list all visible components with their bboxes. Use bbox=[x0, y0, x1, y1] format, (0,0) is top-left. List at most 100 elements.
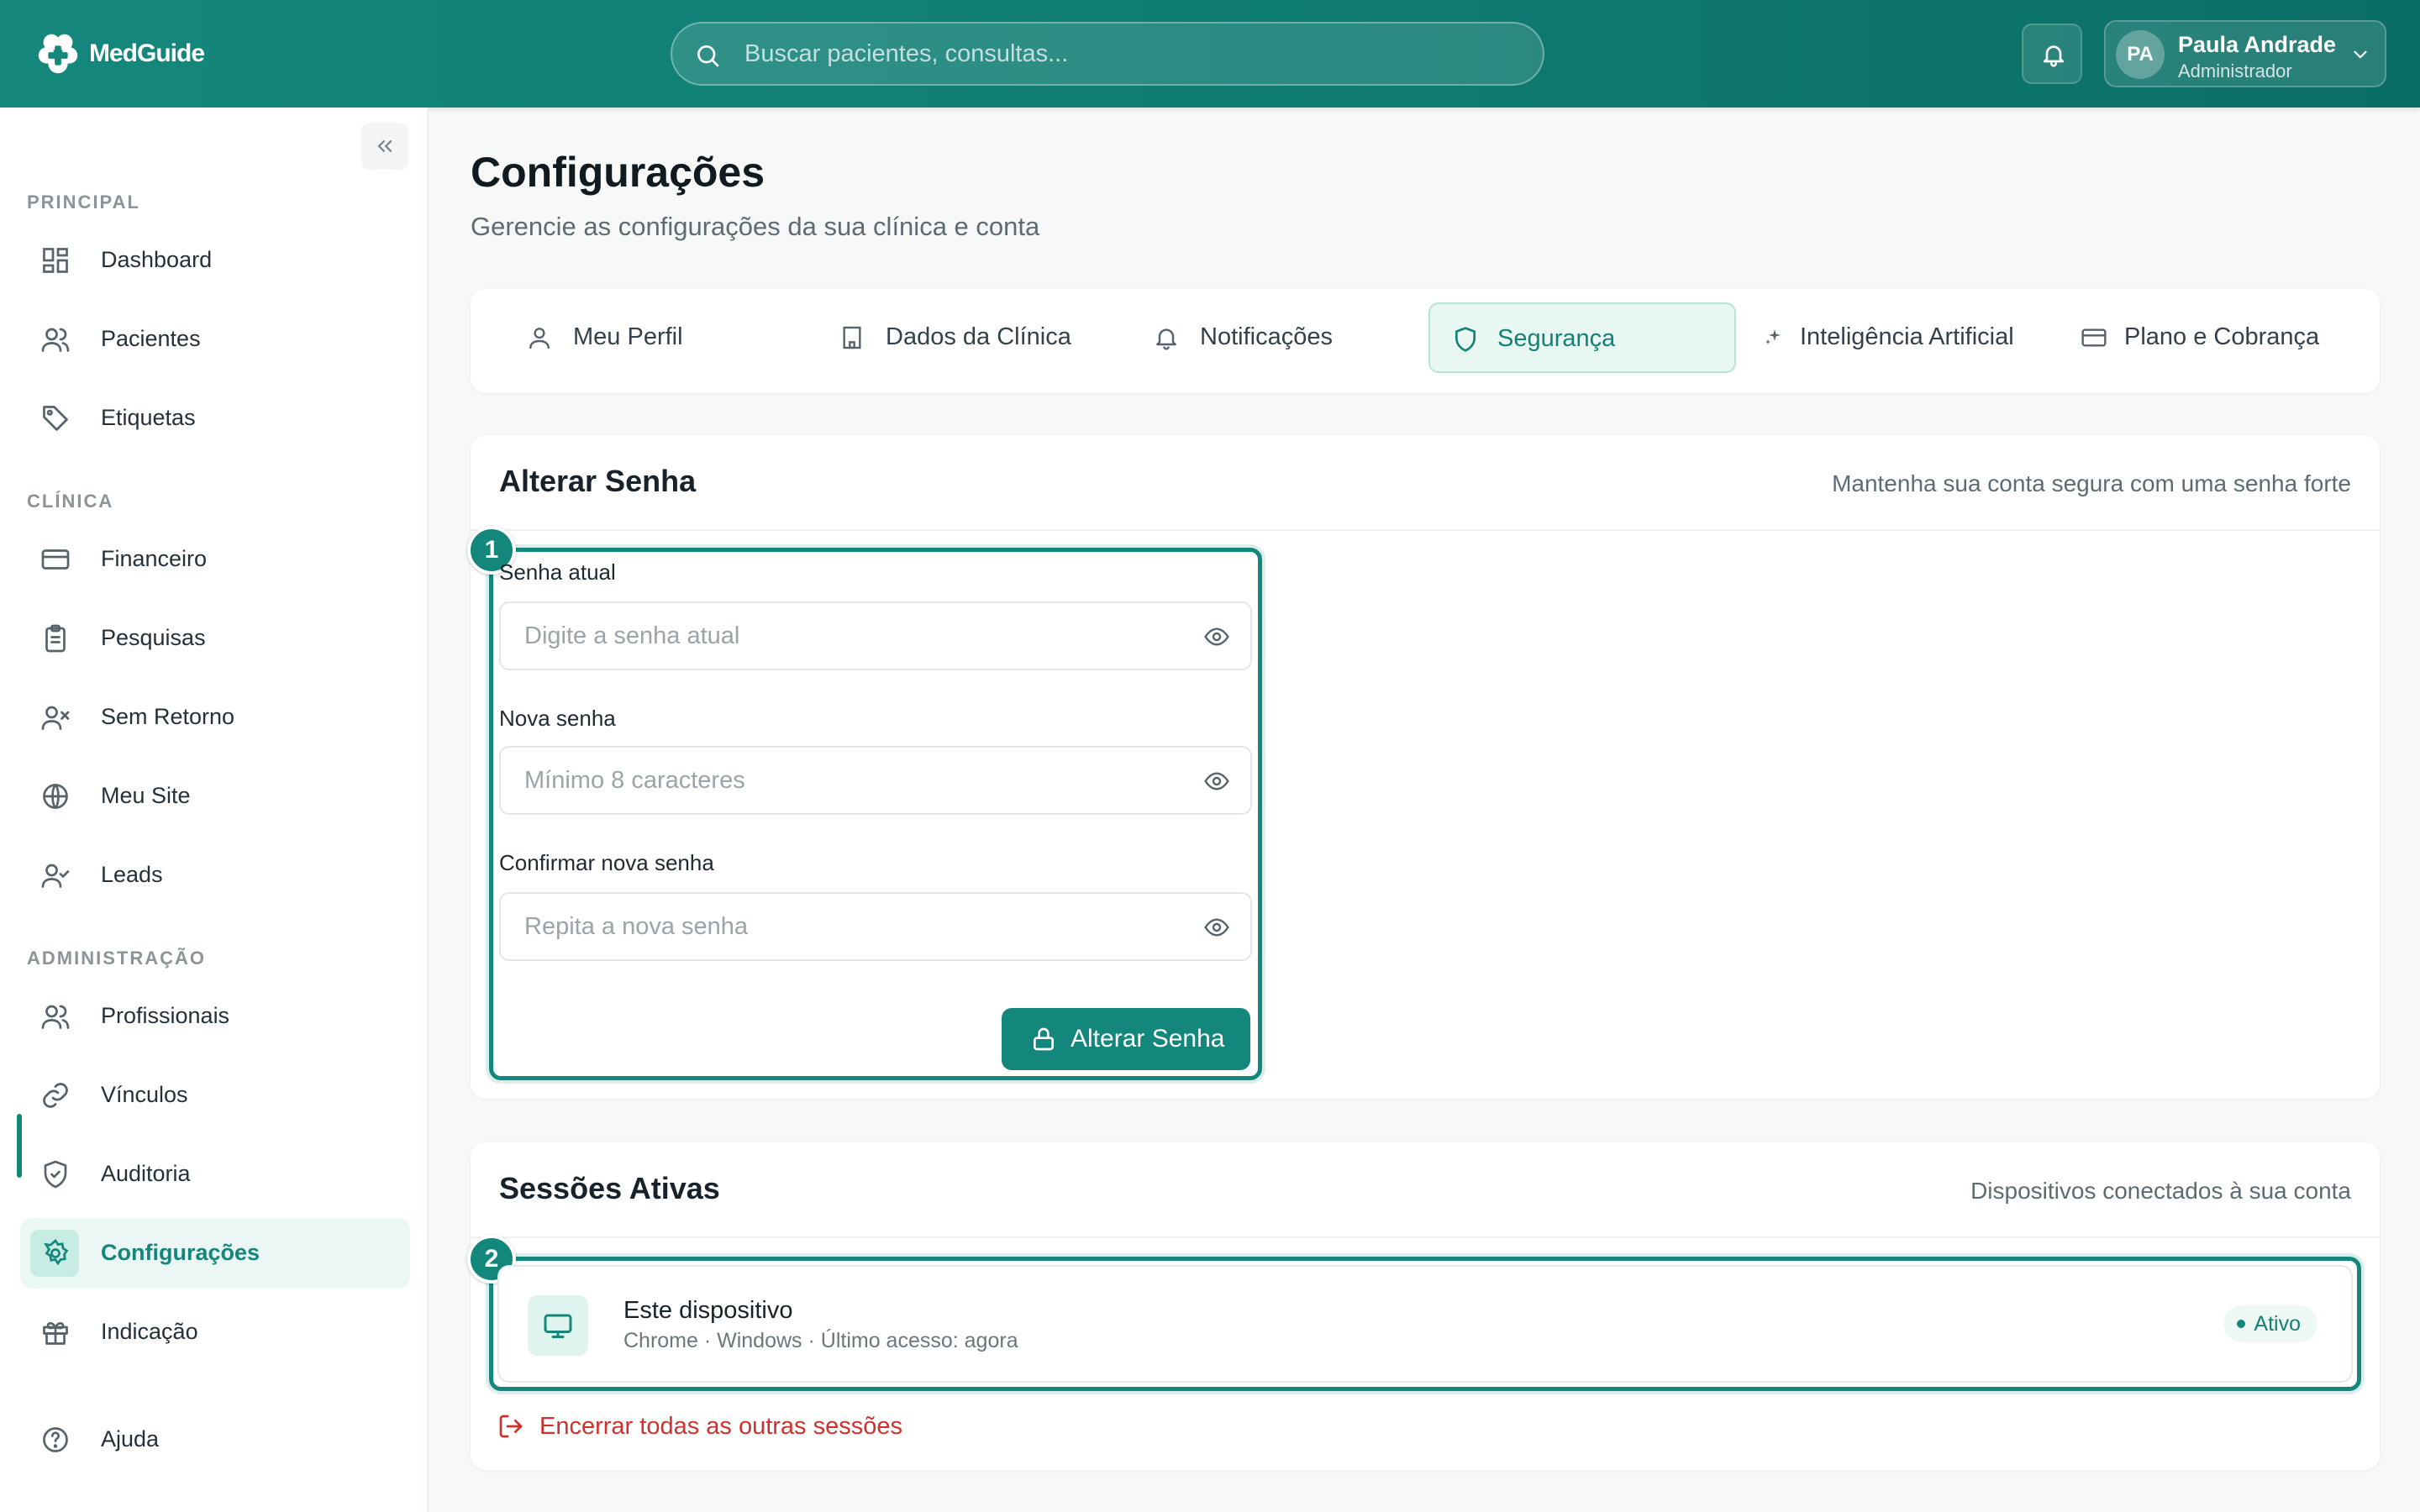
top-bar: MedGuide PA Paula Andrade Administrador bbox=[0, 0, 2420, 108]
current-password-label: Senha atual bbox=[499, 559, 616, 585]
collapse-sidebar-button[interactable] bbox=[361, 123, 408, 170]
sidebar-item-label: Ajuda bbox=[101, 1426, 160, 1452]
section-label-clinica: CLÍNICA bbox=[27, 491, 114, 512]
button-label: Alterar Senha bbox=[1071, 1025, 1225, 1053]
eye-icon[interactable] bbox=[1203, 914, 1230, 941]
user-name: Paula Andrade bbox=[2178, 32, 2337, 57]
status-text: Ativo bbox=[2254, 1312, 2301, 1336]
device-meta: Chrome · Windows · Último acesso: agora bbox=[623, 1329, 1018, 1352]
bell-icon bbox=[2044, 45, 2064, 67]
tab-meu-perfil[interactable]: Meu Perfil bbox=[492, 302, 778, 373]
active-indicator bbox=[17, 1114, 22, 1178]
device-name: Este dispositivo bbox=[623, 1297, 793, 1324]
sidebar-item-configuracoes[interactable]: Configurações bbox=[20, 1218, 410, 1289]
tab-label: Meu Perfil bbox=[573, 323, 683, 350]
chevrons-left-icon bbox=[377, 140, 392, 152]
sidebar-item-label: Dashboard bbox=[101, 247, 213, 272]
user-icon bbox=[529, 328, 550, 349]
divider bbox=[471, 1236, 2380, 1238]
page-subtitle: Gerencie as configurações da sua clínica… bbox=[471, 212, 1040, 241]
sidebar-item-pacientes[interactable]: Pacientes bbox=[20, 304, 410, 375]
search-input[interactable] bbox=[744, 24, 1501, 84]
tab-label: Segurança bbox=[1497, 325, 1616, 352]
monitor-icon bbox=[544, 1314, 572, 1338]
sidebar-item-profissionais[interactable]: Profissionais bbox=[20, 981, 410, 1052]
sidebar-item-leads[interactable]: Leads bbox=[20, 840, 410, 911]
search-icon bbox=[697, 45, 719, 67]
current-password-field bbox=[499, 601, 1252, 670]
credit-card-icon bbox=[2081, 328, 2107, 347]
new-password-input[interactable] bbox=[524, 748, 1180, 813]
sidebar-item-label: Auditoria bbox=[101, 1161, 191, 1186]
user-menu-button[interactable]: PA Paula Andrade Administrador bbox=[2104, 20, 2386, 87]
tab-label: Plano e Cobrança bbox=[2124, 323, 2320, 350]
confirm-password-label: Confirmar nova senha bbox=[499, 850, 714, 875]
sidebar-item-label: Etiquetas bbox=[101, 405, 196, 430]
device-icon-badge bbox=[528, 1295, 588, 1356]
new-password-field bbox=[499, 746, 1252, 815]
tab-label: Dados da Clínica bbox=[886, 323, 1071, 350]
app-name: MedGuide bbox=[89, 39, 205, 67]
sidebar-item-label: Sem Retorno bbox=[101, 704, 235, 729]
gear-icon bbox=[44, 1238, 69, 1266]
logo-icon bbox=[38, 34, 78, 74]
sidebar-item-label: Vínculos bbox=[101, 1082, 188, 1107]
app-logo[interactable]: MedGuide bbox=[32, 25, 205, 82]
notifications-button[interactable] bbox=[2022, 24, 2082, 84]
global-search[interactable] bbox=[671, 22, 1544, 86]
tag-icon bbox=[43, 406, 68, 431]
lock-icon bbox=[1034, 1027, 1054, 1051]
sidebar-item-label: Financeiro bbox=[101, 546, 208, 571]
card-title: Sessões Ativas bbox=[499, 1171, 720, 1205]
sidebar-item-sem-retorno[interactable]: Sem Retorno bbox=[20, 682, 410, 753]
sidebar-item-auditoria[interactable]: Auditoria bbox=[20, 1139, 410, 1210]
sidebar-item-indicacao[interactable]: Indicação bbox=[20, 1297, 410, 1368]
change-password-button[interactable]: Alterar Senha bbox=[1002, 1008, 1250, 1070]
link-label: Encerrar todas as outras sessões bbox=[539, 1413, 902, 1440]
section-label-principal: PRINCIPAL bbox=[27, 192, 140, 213]
tab-dados-clinica[interactable]: Dados da Clínica bbox=[805, 302, 1107, 373]
sidebar-item-label: Leads bbox=[101, 862, 163, 887]
sidebar-item-etiquetas[interactable]: Etiquetas bbox=[20, 383, 410, 454]
eye-icon[interactable] bbox=[1203, 768, 1230, 795]
sidebar-item-dashboard[interactable]: Dashboard bbox=[20, 225, 410, 296]
tab-inteligencia-artificial[interactable]: Inteligência Artificial bbox=[1748, 302, 2067, 373]
credit-card-icon bbox=[41, 549, 70, 570]
user-x-icon bbox=[41, 706, 70, 730]
eye-icon[interactable] bbox=[1203, 623, 1230, 650]
divider bbox=[471, 529, 2380, 531]
card-title: Alterar Senha bbox=[499, 464, 697, 498]
users-icon bbox=[41, 1005, 70, 1029]
avatar: PA bbox=[2116, 30, 2165, 79]
user-role: Administrador bbox=[2178, 60, 2292, 81]
users-icon bbox=[41, 328, 70, 352]
sidebar-item-pesquisas[interactable]: Pesquisas bbox=[20, 603, 410, 674]
sidebar: PRINCIPAL Dashboard Pacientes Etiquetas … bbox=[0, 108, 429, 1512]
tab-seguranca[interactable]: Segurança bbox=[1428, 302, 1736, 373]
card-hint: Dispositivos conectados à sua conta bbox=[1970, 1178, 2351, 1204]
sidebar-item-label: Meu Site bbox=[101, 783, 191, 808]
gift-icon bbox=[43, 1321, 68, 1345]
page-title: Configurações bbox=[471, 149, 765, 196]
confirm-password-input[interactable] bbox=[524, 894, 1180, 959]
sidebar-item-vinculos[interactable]: Vínculos bbox=[20, 1060, 410, 1131]
tab-notificacoes[interactable]: Notificações bbox=[1119, 302, 1405, 373]
user-check-icon bbox=[41, 864, 70, 888]
sidebar-item-ajuda[interactable]: Ajuda bbox=[20, 1404, 410, 1475]
sparkles-icon bbox=[1765, 329, 1781, 344]
sidebar-item-meu-site[interactable]: Meu Site bbox=[20, 761, 410, 832]
confirm-password-field bbox=[499, 892, 1252, 961]
bell-icon bbox=[1156, 328, 1176, 350]
shield-icon bbox=[1455, 327, 1476, 352]
tab-plano-cobranca[interactable]: Plano e Cobrança bbox=[2072, 302, 2358, 373]
card-hint: Mantenha sua conta segura com uma senha … bbox=[1832, 470, 2351, 496]
sidebar-item-financeiro[interactable]: Financeiro bbox=[20, 524, 410, 595]
sidebar-item-label: Configurações bbox=[101, 1240, 260, 1265]
tab-label: Notificações bbox=[1200, 323, 1333, 350]
link-icon bbox=[43, 1083, 68, 1108]
current-password-input[interactable] bbox=[524, 603, 1180, 669]
new-password-label: Nova senha bbox=[499, 706, 616, 731]
tab-label: Inteligência Artificial bbox=[1800, 323, 2014, 350]
sidebar-item-label: Indicação bbox=[101, 1319, 198, 1344]
status-badge: Ativo bbox=[2223, 1305, 2317, 1342]
